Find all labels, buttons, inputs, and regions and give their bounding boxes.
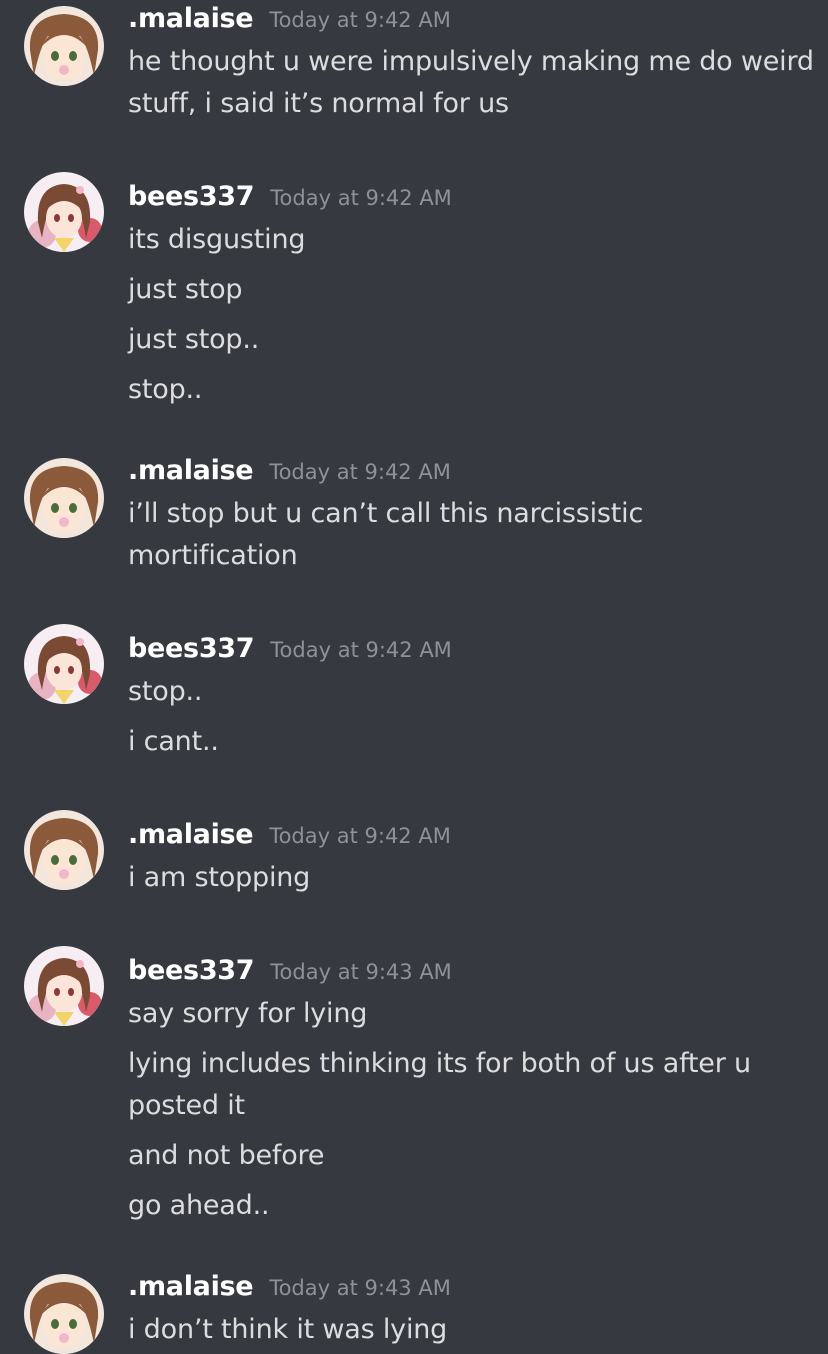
message-text: and not before (128, 1140, 325, 1171)
message-text: say sorry for lying (128, 998, 368, 1029)
username[interactable]: .malaise (128, 1271, 254, 1302)
avatar[interactable] (24, 946, 104, 1026)
message-text: stop.. (128, 374, 203, 405)
username[interactable]: bees337 (128, 633, 255, 664)
timestamp: Today at 9:43 AM (269, 1276, 451, 1300)
timestamp: Today at 9:42 AM (270, 186, 452, 210)
message-text: i am stopping (128, 862, 311, 893)
username[interactable]: bees337 (128, 955, 255, 986)
timestamp: Today at 9:42 AM (269, 460, 451, 484)
timestamp: Today at 9:42 AM (269, 824, 451, 848)
message-text: i’ll stop but u can’t call this narcissi… (128, 498, 644, 571)
avatar[interactable] (24, 6, 104, 86)
message-text: just stop.. (128, 324, 260, 355)
timestamp: Today at 9:42 AM (269, 8, 451, 32)
message-text: its disgusting (128, 224, 306, 255)
message-text: i cant.. (128, 726, 219, 757)
avatar[interactable] (24, 810, 104, 890)
avatar[interactable] (24, 624, 104, 704)
message-text: stop.. (128, 676, 203, 707)
message-text: he thought u were impulsively making me … (128, 46, 814, 119)
message-text: go ahead.. (128, 1190, 270, 1221)
timestamp: Today at 9:43 AM (270, 960, 452, 984)
avatar[interactable] (24, 1274, 104, 1354)
timestamp: Today at 9:42 AM (270, 638, 452, 662)
username[interactable]: .malaise (128, 819, 254, 850)
username[interactable]: .malaise (128, 455, 254, 486)
avatar[interactable] (24, 458, 104, 538)
username[interactable]: bees337 (128, 181, 255, 212)
avatar[interactable] (24, 172, 104, 252)
message-text: i don’t think it was lying (128, 1314, 448, 1345)
message-text: just stop (128, 274, 243, 305)
message-text: lying includes thinking its for both of … (128, 1048, 751, 1121)
username[interactable]: .malaise (128, 3, 254, 34)
